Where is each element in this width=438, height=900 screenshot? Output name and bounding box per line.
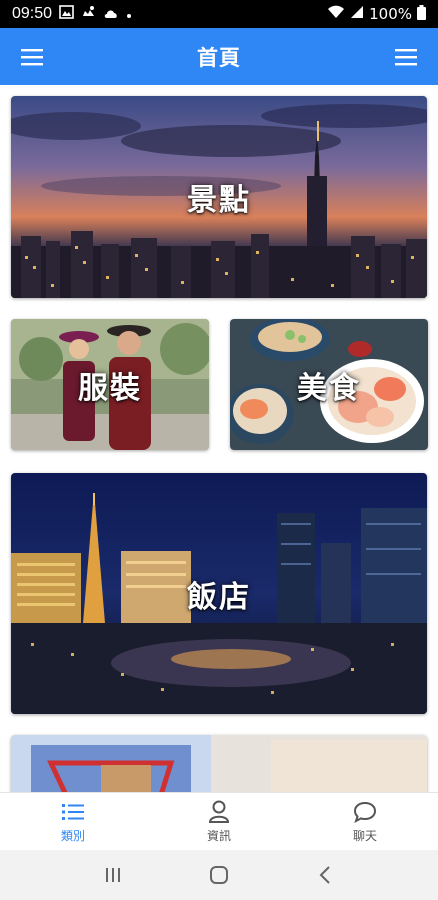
nav-label: 類別 <box>60 828 85 843</box>
status-time: 09:50 <box>12 5 53 22</box>
app-bar: 首頁 <box>0 28 438 85</box>
nav-label: 聊天 <box>352 828 377 843</box>
battery-icon <box>417 4 426 24</box>
system-navigation-bar <box>0 850 438 900</box>
category-card-shopping[interactable] <box>11 735 427 792</box>
category-label: 飯店 <box>187 579 251 615</box>
signal-icon <box>350 5 364 23</box>
home-icon <box>210 866 228 884</box>
recent-apps-button[interactable] <box>93 855 133 895</box>
menu-button-right[interactable] <box>378 28 434 85</box>
nav-item-chat[interactable]: 聊天 <box>292 793 438 850</box>
status-bar: 09:50 100% <box>0 0 438 28</box>
weather-icon <box>81 5 96 23</box>
cloud-icon <box>103 5 119 23</box>
category-label: 服裝 <box>78 370 142 406</box>
dot-icon <box>126 5 132 23</box>
category-card-hotel[interactable]: 飯店 <box>11 473 427 714</box>
recent-apps-icon <box>106 868 120 882</box>
image-icon <box>59 5 74 23</box>
chat-icon <box>353 800 377 824</box>
nav-item-info[interactable]: 資訊 <box>146 793 292 850</box>
category-card-clothing[interactable]: 服裝 <box>11 319 209 450</box>
person-icon <box>208 800 230 824</box>
status-left: 09:50 <box>12 5 132 23</box>
nav-item-categories[interactable]: 類別 <box>0 793 146 850</box>
battery-percent: 100% <box>369 5 412 23</box>
menu-icon <box>21 48 43 65</box>
bottom-navigation: 類別 資訊 聊天 <box>0 792 438 850</box>
status-right: 100% <box>327 4 426 24</box>
category-label: 美食 <box>297 370 361 406</box>
category-card-scenery[interactable]: 景點 <box>11 96 427 298</box>
list-icon <box>62 800 84 824</box>
category-list: 景點 服裝 美食 飯店 <box>0 85 438 792</box>
back-icon <box>319 866 330 884</box>
back-button[interactable] <box>305 855 345 895</box>
home-button[interactable] <box>199 855 239 895</box>
category-label <box>11 735 427 792</box>
menu-button-left[interactable] <box>4 28 60 85</box>
category-label: 景點 <box>187 183 251 218</box>
category-card-food[interactable]: 美食 <box>230 319 428 450</box>
menu-icon <box>395 48 417 65</box>
nav-label: 資訊 <box>206 828 231 843</box>
wifi-icon <box>327 5 345 23</box>
page-title: 首頁 <box>197 45 241 70</box>
